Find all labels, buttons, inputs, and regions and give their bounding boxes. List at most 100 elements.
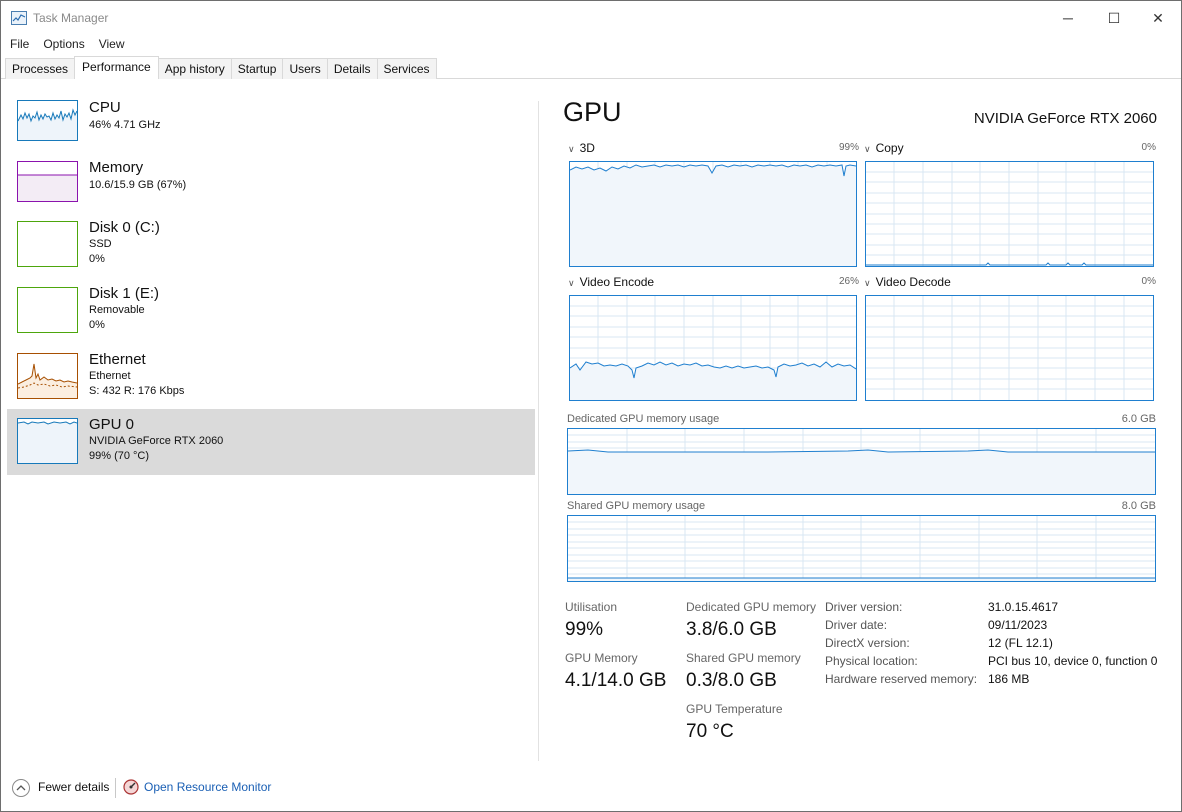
graph-video-encode-percent: 26% xyxy=(838,276,859,287)
tab-strip: Processes Performance App history Startu… xyxy=(5,56,437,79)
graph-video-decode xyxy=(865,295,1154,401)
graph-3d-selector[interactable]: ∨ 3D xyxy=(568,141,595,155)
directx-version-label: DirectX version: xyxy=(825,636,910,650)
sidebar-item-detail: Removable xyxy=(89,304,145,316)
sidebar-item-memory[interactable]: Memory 10.6/15.9 GB (67%) xyxy=(7,153,535,219)
sidebar-item-title: Disk 1 (E:) xyxy=(89,285,160,302)
dedicated-memory-label: Dedicated GPU memory xyxy=(686,600,817,614)
graph-video-decode-selector[interactable]: ∨ Video Decode xyxy=(864,275,951,289)
footer: Fewer details Open Resource Monitor xyxy=(1,771,1181,805)
chevron-up-icon[interactable] xyxy=(12,779,30,797)
gpu-memory-label: GPU Memory xyxy=(565,651,638,665)
graph-3d-label: 3D xyxy=(579,141,595,155)
close-icon: ✕ xyxy=(1152,9,1164,26)
gpu-temperature-label: GPU Temperature xyxy=(686,702,783,716)
sidebar-item-usage: 0% xyxy=(89,319,105,331)
menu-bar: File Options View xyxy=(1,35,130,55)
sidebar-item-detail: NVIDIA GeForce RTX 2060 xyxy=(89,435,224,447)
gpu-temperature-value: 70 °C xyxy=(686,721,734,742)
dedicated-memory-graph xyxy=(567,428,1156,495)
shared-memory-graph xyxy=(567,515,1156,582)
sidebar-item-title: Memory xyxy=(89,159,144,176)
tab-processes[interactable]: Processes xyxy=(5,58,76,79)
gpu-thumbnail-graph xyxy=(17,418,78,464)
graph-3d xyxy=(569,161,857,267)
maximize-button[interactable]: ☐ xyxy=(1091,1,1137,35)
sidebar-item-detail: SSD xyxy=(89,238,112,250)
chevron-down-icon: ∨ xyxy=(864,144,871,154)
title-bar[interactable]: Task Manager ─ ☐ ✕ xyxy=(1,1,1181,35)
task-manager-window: Task Manager ─ ☐ ✕ File Options View Pro… xyxy=(0,0,1182,812)
sidebar-item-title: Ethernet xyxy=(89,351,146,368)
dedicated-memory-value: 3.8/6.0 GB xyxy=(686,619,777,640)
directx-version-value: 12 (FL 12.1) xyxy=(988,636,1053,650)
panel-divider xyxy=(538,101,539,761)
maximize-icon: ☐ xyxy=(1107,9,1121,26)
tab-users[interactable]: Users xyxy=(282,58,328,79)
shared-memory-value: 0.3/8.0 GB xyxy=(686,670,777,691)
sidebar-item-disk-0[interactable]: Disk 0 (C:) SSD 0% xyxy=(7,213,535,279)
resource-monitor-icon[interactable] xyxy=(123,779,139,795)
graph-copy xyxy=(865,161,1154,267)
sidebar-item-gpu-0[interactable]: GPU 0 NVIDIA GeForce RTX 2060 99% (70 °C… xyxy=(7,409,535,475)
tab-details[interactable]: Details xyxy=(326,58,378,79)
graph-video-encode-selector[interactable]: ∨ Video Encode xyxy=(568,275,654,289)
sidebar-item-detail: Ethernet xyxy=(89,370,131,382)
close-button[interactable]: ✕ xyxy=(1135,1,1181,35)
sidebar-item-usage: 0% xyxy=(89,253,105,265)
disk-1-thumbnail-graph xyxy=(17,287,78,333)
utilisation-label: Utilisation xyxy=(565,600,618,614)
menu-file[interactable]: File xyxy=(5,35,34,55)
tab-services[interactable]: Services xyxy=(376,58,437,79)
ethernet-thumbnail-graph xyxy=(17,353,78,399)
graph-copy-selector[interactable]: ∨ Copy xyxy=(864,141,904,155)
reserved-memory-value: 186 MB xyxy=(988,672,1030,686)
tab-startup[interactable]: Startup xyxy=(230,58,284,79)
footer-divider xyxy=(115,778,116,798)
sidebar-item-title: CPU xyxy=(89,99,121,116)
physical-location-value: PCI bus 10, device 0, function 0 xyxy=(988,654,1158,668)
tab-app-history[interactable]: App history xyxy=(157,58,232,79)
graph-video-encode-label: Video Encode xyxy=(579,275,655,289)
graph-video-encode-plot xyxy=(570,296,856,400)
graph-video-decode-label: Video Decode xyxy=(875,275,951,289)
sidebar-item-disk-1[interactable]: Disk 1 (E:) Removable 0% xyxy=(7,279,535,345)
chevron-down-icon: ∨ xyxy=(568,278,575,288)
shared-memory-label: Shared GPU memory xyxy=(686,651,801,665)
sidebar-item-ethernet[interactable]: Ethernet Ethernet S: 432 R: 176 Kbps xyxy=(7,345,535,411)
driver-date-label: Driver date: xyxy=(825,618,888,632)
memory-thumbnail-graph xyxy=(17,161,78,202)
task-manager-icon xyxy=(11,11,27,25)
performance-sidebar: CPU 46% 4.71 GHz Memory 10.6/15.9 GB (67… xyxy=(7,93,537,483)
reserved-memory-label: Hardware reserved memory: xyxy=(825,672,978,686)
sidebar-item-title: GPU 0 xyxy=(89,416,135,433)
graph-3d-percent: 99% xyxy=(838,142,859,153)
graph-3d-plot xyxy=(570,162,856,266)
sidebar-item-usage: 99% (70 °C) xyxy=(89,450,150,462)
open-resource-monitor-link[interactable]: Open Resource Monitor xyxy=(144,780,271,794)
sidebar-item-cpu[interactable]: CPU 46% 4.71 GHz xyxy=(7,93,535,159)
menu-view[interactable]: View xyxy=(94,35,130,55)
minimize-icon: ─ xyxy=(1063,10,1073,26)
utilisation-value: 99% xyxy=(565,619,604,640)
sidebar-item-detail: 46% 4.71 GHz xyxy=(89,119,161,131)
cpu-thumbnail-graph xyxy=(17,100,78,141)
dedicated-memory-graph-max: 6.0 GB xyxy=(1121,413,1156,425)
page-title: GPU xyxy=(563,97,622,127)
gpu-memory-value: 4.1/14.0 GB xyxy=(565,670,667,691)
shared-memory-graph-label: Shared GPU memory usage xyxy=(567,500,706,512)
minimize-button[interactable]: ─ xyxy=(1045,1,1091,35)
graph-copy-percent: 0% xyxy=(1141,142,1156,153)
graph-copy-label: Copy xyxy=(875,141,904,155)
driver-version-value: 31.0.15.4617 xyxy=(988,600,1059,614)
fewer-details-button[interactable]: Fewer details xyxy=(38,780,109,794)
sidebar-item-detail: 10.6/15.9 GB (67%) xyxy=(89,179,187,191)
tab-performance[interactable]: Performance xyxy=(74,56,159,79)
sidebar-item-usage: S: 432 R: 176 Kbps xyxy=(89,385,185,397)
driver-version-label: Driver version: xyxy=(825,600,903,614)
menu-options[interactable]: Options xyxy=(38,35,89,55)
graph-video-encode xyxy=(569,295,857,401)
shared-memory-graph-max: 8.0 GB xyxy=(1121,500,1156,512)
disk-0-thumbnail-graph xyxy=(17,221,78,267)
window-title: Task Manager xyxy=(33,11,109,25)
